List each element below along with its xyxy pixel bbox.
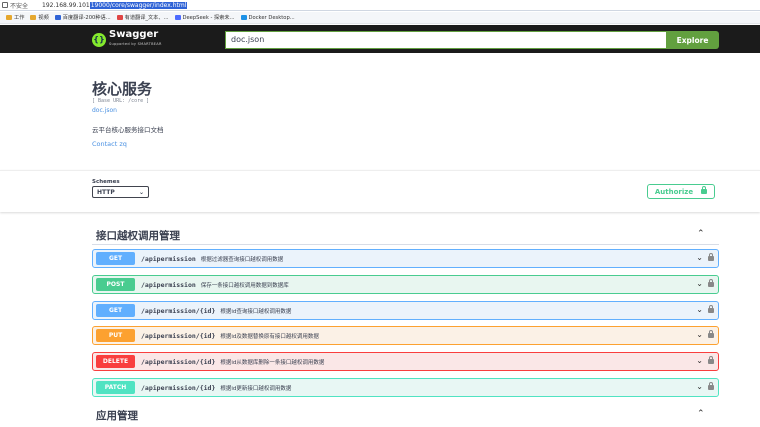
method-badge: GET [96, 252, 135, 265]
operation-path: /apipermission/{id} [141, 331, 216, 340]
unlock-icon [701, 186, 708, 194]
bookmark-video[interactable]: 视频 [30, 14, 49, 21]
schemes-label: Schemes [92, 179, 120, 185]
lock-icon[interactable] [708, 253, 714, 261]
security-indicator[interactable]: 不安全 [2, 1, 28, 10]
explore-button[interactable]: Explore [666, 31, 719, 49]
youdao-icon [116, 15, 123, 20]
authorize-button[interactable]: Authorize [647, 184, 715, 199]
operation-summary: 保存一条接口越权调用数据到数据库 [200, 282, 289, 289]
chevron-down-icon: ⌄ [138, 188, 144, 196]
authorize-label: Authorize [654, 187, 694, 196]
chevron-down-icon[interactable]: ⌄ [696, 305, 703, 314]
operation-path: /apipermission [141, 254, 196, 263]
schemes-select[interactable]: HTTP ⌄ [92, 186, 149, 198]
docker-icon [240, 15, 247, 20]
method-badge: GET [96, 304, 135, 317]
operation-summary: 根据id查询接口越权调用数据 [220, 308, 292, 315]
baidu-icon [54, 15, 61, 20]
operation-path: /apipermission/{id} [141, 383, 216, 392]
chevron-up-icon[interactable]: ⌃ [697, 229, 705, 239]
operation-summary: 根据id及数据替换原有接口越权调用数据 [220, 333, 319, 340]
operation-post-apipermission[interactable]: POST /apipermission 保存一条接口越权调用数据到数据库 ⌄ [92, 275, 719, 294]
lock-icon[interactable] [708, 382, 714, 390]
bookmark-work[interactable]: 工作 [6, 14, 24, 21]
warning-icon [2, 2, 8, 8]
operation-get-apipermission-id[interactable]: GET /apipermission/{id} 根据id查询接口越权调用数据 ⌄ [92, 301, 719, 320]
operation-summary: 根据过滤器查询接口越权调用数据 [200, 256, 284, 263]
chevron-down-icon[interactable]: ⌄ [696, 382, 703, 391]
bookmark-baidu-translate[interactable]: 百度翻译-200种语... [54, 14, 111, 21]
operation-put-apipermission-id[interactable]: PUT /apipermission/{id} 根据id及数据替换原有接口越权调… [92, 326, 719, 345]
operation-path: /apipermission/{id} [141, 357, 216, 366]
operation-summary: 根据id从数据库删除一条接口越权调用数据 [220, 359, 325, 366]
operation-path: /apipermission [141, 280, 196, 289]
lock-icon[interactable] [708, 305, 714, 313]
logo-subtitle: Supported by SMARTBEAR [109, 42, 162, 46]
chevron-down-icon[interactable]: ⌄ [696, 330, 703, 339]
page-title: 核心服务 [92, 80, 153, 98]
spec-url-input[interactable]: doc.json [225, 31, 667, 49]
method-badge: DELETE [96, 355, 135, 368]
doc-json-link[interactable]: doc.json [92, 107, 117, 114]
folder-icon [6, 15, 12, 20]
operation-delete-apipermission-id[interactable]: DELETE /apipermission/{id} 根据id从数据库删除一条接… [92, 352, 719, 371]
swagger-logo-icon: {} [92, 32, 106, 47]
logo-text: Swagger Supported by SMARTBEAR [109, 30, 162, 49]
swagger-logo[interactable]: {} Swagger Supported by SMARTBEAR [92, 30, 162, 49]
tag-divider [92, 244, 719, 245]
method-badge: PATCH [96, 381, 135, 394]
operation-patch-apipermission-id[interactable]: PATCH /apipermission/{id} 根据id更新接口越权调用数据… [92, 378, 719, 397]
operation-summary: 根据id更新接口越权调用数据 [220, 385, 292, 392]
bookmark-youdao[interactable]: 有道翻译_文本、... [116, 14, 169, 21]
api-description: 云平台核心服务接口文档 [92, 126, 164, 134]
lock-icon[interactable] [708, 356, 714, 364]
bookmarks-bar: 工作 视频 百度翻译-200种语... 有道翻译_文本、... DeepSeek… [0, 12, 760, 24]
operation-get-apipermission[interactable]: GET /apipermission 根据过滤器查询接口越权调用数据 ⌄ [92, 249, 719, 268]
url-selected[interactable]: 19000/core/swagger/index.html [89, 1, 188, 9]
schemes-selected: HTTP [97, 188, 115, 196]
folder-icon [30, 15, 37, 20]
lock-icon[interactable] [708, 279, 714, 287]
chevron-up-icon[interactable]: ⌃ [697, 409, 705, 419]
chevron-down-icon[interactable]: ⌄ [696, 253, 703, 262]
method-badge: PUT [96, 329, 135, 342]
bookmark-deepseek[interactable]: DeepSeek - 探索未... [174, 14, 235, 21]
method-badge: POST [96, 278, 135, 291]
base-url: [ Base URL: /core ] [92, 98, 150, 104]
lock-icon[interactable] [708, 330, 714, 338]
contact-link[interactable]: Contact zq [92, 140, 127, 148]
operation-path: /apipermission/{id} [141, 306, 216, 315]
deepseek-icon [174, 15, 181, 20]
security-label: 不安全 [10, 2, 29, 10]
tag-title[interactable]: 应用管理 [96, 408, 138, 423]
address-bar[interactable]: 不安全 192.168.99.101 19000/core/swagger/in… [0, 0, 760, 11]
tag-title[interactable]: 接口越权调用管理 [96, 228, 180, 243]
bookmark-docker[interactable]: Docker Desktop... [240, 15, 295, 21]
chevron-down-icon[interactable]: ⌄ [696, 279, 703, 288]
chevron-down-icon[interactable]: ⌄ [696, 356, 703, 365]
url-host: 192.168.99.101 [42, 1, 90, 9]
